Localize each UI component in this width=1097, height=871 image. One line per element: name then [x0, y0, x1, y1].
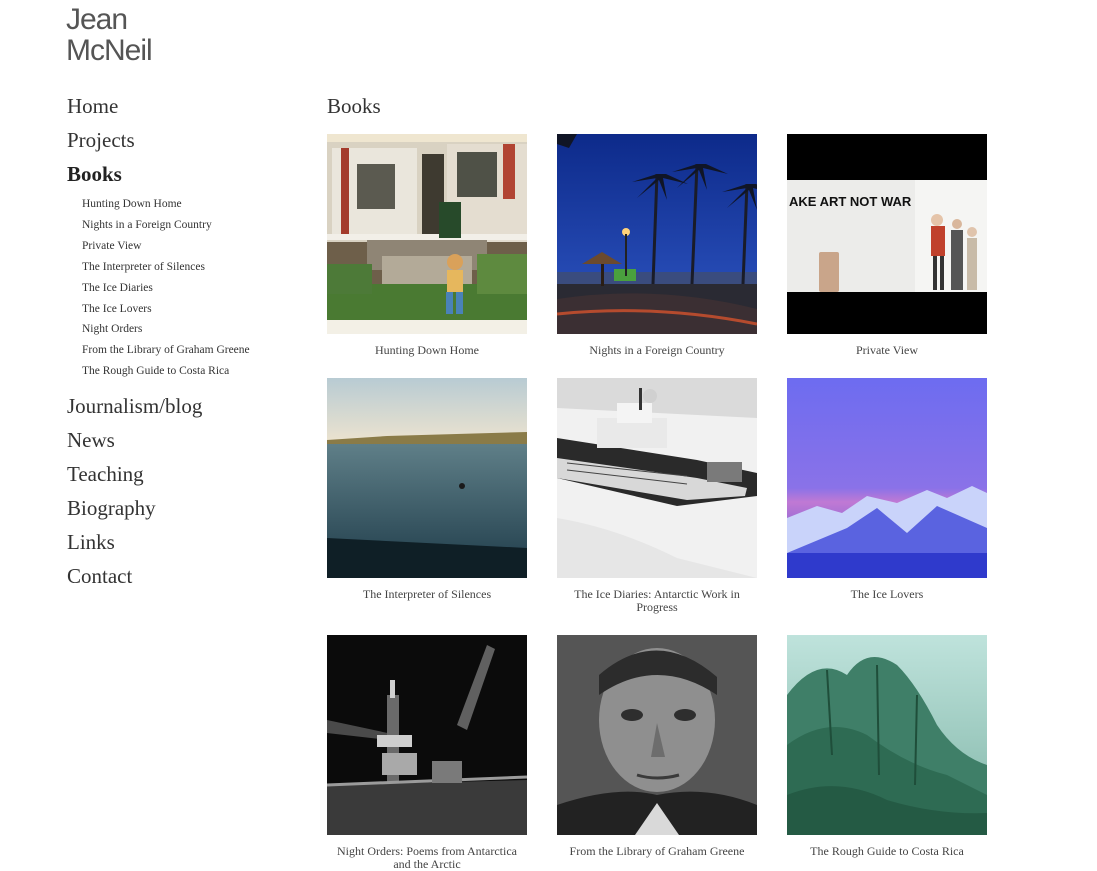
nav-biography[interactable]: Biography	[67, 496, 297, 520]
books-subnav: Hunting Down Home Nights in a Foreign Co…	[82, 194, 297, 382]
main-nav: Home Projects Books Hunting Down Home Ni…	[67, 94, 297, 598]
subnav-item-rough-guide-costa-rica[interactable]: The Rough Guide to Costa Rica	[82, 361, 297, 382]
site-title[interactable]: Jean McNeil	[66, 3, 153, 67]
book-cover-hunting-down-home[interactable]	[327, 134, 527, 334]
subnav-item-ice-lovers[interactable]: The Ice Lovers	[82, 299, 297, 320]
book-tile-hunting-down-home[interactable]: Hunting Down Home	[327, 134, 527, 357]
book-cover-ice-diaries[interactable]	[557, 378, 757, 578]
book-cover-interpreter-of-silences[interactable]	[327, 378, 527, 578]
page-title: Books	[327, 94, 381, 118]
book-cover-rough-guide-costa-rica[interactable]	[787, 635, 987, 835]
book-tile-library-of-graham-greene[interactable]: From the Library of Graham Greene	[557, 635, 757, 858]
book-cover-ice-lovers[interactable]	[787, 378, 987, 578]
book-caption-nights-in-a-foreign-country[interactable]: Nights in a Foreign Country	[557, 344, 757, 357]
book-caption-library-of-graham-greene[interactable]: From the Library of Graham Greene	[557, 845, 757, 858]
subnav-item-night-orders[interactable]: Night Orders	[82, 319, 297, 340]
book-tile-nights-in-a-foreign-country[interactable]: Nights in a Foreign Country	[557, 134, 757, 357]
subnav-item-hunting-down-home[interactable]: Hunting Down Home	[82, 194, 297, 215]
nav-contact[interactable]: Contact	[67, 564, 297, 588]
site-title-line2: McNeil	[66, 34, 153, 67]
book-tile-rough-guide-costa-rica[interactable]: The Rough Guide to Costa Rica	[787, 635, 987, 858]
subnav-item-private-view[interactable]: Private View	[82, 236, 297, 257]
book-caption-night-orders[interactable]: Night Orders: Poems from Antarctica and …	[327, 845, 527, 870]
book-caption-ice-diaries[interactable]: The Ice Diaries: Antarctic Work in Progr…	[557, 588, 757, 613]
private-view-sign-text: AKE ART NOT WAR	[789, 194, 912, 209]
nav-projects[interactable]: Projects	[67, 128, 297, 152]
subnav-item-nights-in-a-foreign-country[interactable]: Nights in a Foreign Country	[82, 215, 297, 236]
nav-links[interactable]: Links	[67, 530, 297, 554]
nav-news[interactable]: News	[67, 428, 297, 452]
site-title-line1: Jean	[66, 3, 128, 36]
book-cover-private-view[interactable]: AKE ART NOT WAR	[787, 134, 987, 334]
book-caption-hunting-down-home[interactable]: Hunting Down Home	[327, 344, 527, 357]
book-caption-rough-guide-costa-rica[interactable]: The Rough Guide to Costa Rica	[787, 845, 987, 858]
book-cover-library-of-graham-greene[interactable]	[557, 635, 757, 835]
book-tile-ice-lovers[interactable]: The Ice Lovers	[787, 378, 987, 601]
book-tile-interpreter-of-silences[interactable]: The Interpreter of Silences	[327, 378, 527, 601]
subnav-item-interpreter-of-silences[interactable]: The Interpreter of Silences	[82, 257, 297, 278]
book-tile-private-view[interactable]: AKE ART NOT WAR Private View	[787, 134, 987, 357]
book-cover-nights-in-a-foreign-country[interactable]	[557, 134, 757, 334]
nav-journalism-blog[interactable]: Journalism/blog	[67, 394, 297, 418]
nav-books[interactable]: Books	[67, 162, 297, 186]
book-caption-ice-lovers[interactable]: The Ice Lovers	[787, 588, 987, 601]
book-tile-night-orders[interactable]: Night Orders: Poems from Antarctica and …	[327, 635, 527, 870]
subnav-item-library-of-graham-greene[interactable]: From the Library of Graham Greene	[82, 340, 297, 361]
book-tile-ice-diaries[interactable]: The Ice Diaries: Antarctic Work in Progr…	[557, 378, 757, 613]
book-caption-private-view[interactable]: Private View	[787, 344, 987, 357]
subnav-item-ice-diaries[interactable]: The Ice Diaries	[82, 278, 297, 299]
nav-home[interactable]: Home	[67, 94, 297, 118]
nav-teaching[interactable]: Teaching	[67, 462, 297, 486]
book-cover-night-orders[interactable]	[327, 635, 527, 835]
book-caption-interpreter-of-silences[interactable]: The Interpreter of Silences	[327, 588, 527, 601]
